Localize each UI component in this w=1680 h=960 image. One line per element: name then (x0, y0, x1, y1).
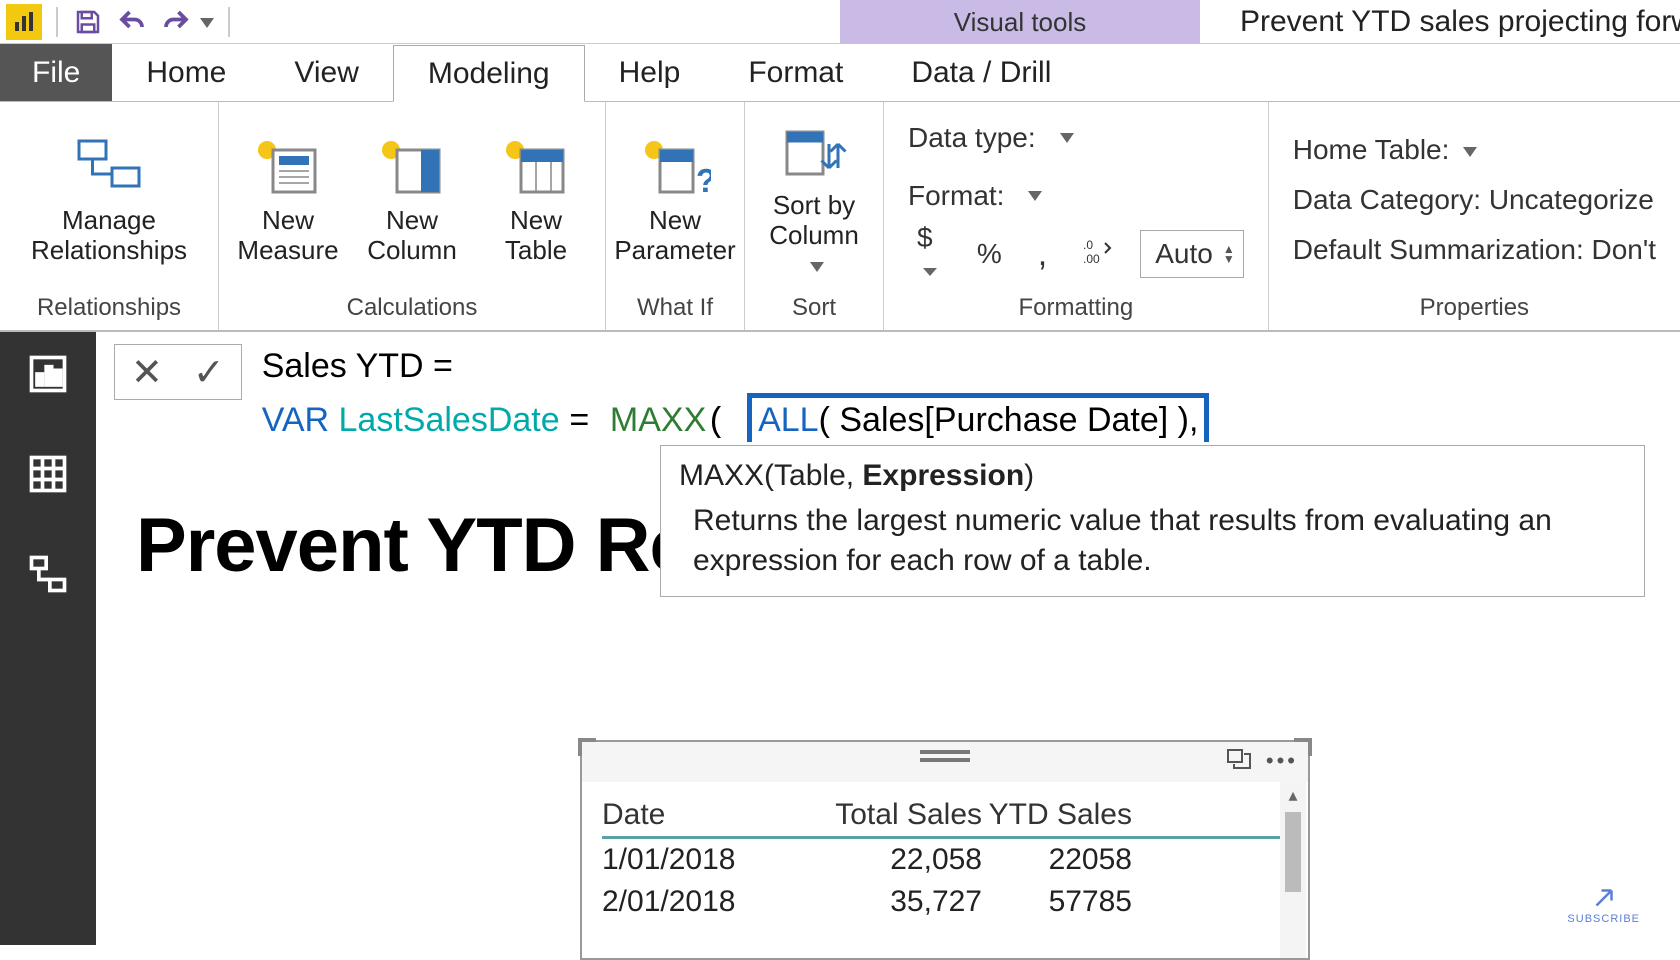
new-measure-label: New Measure (237, 206, 338, 266)
formula-actions: ✕ ✓ (114, 344, 242, 400)
new-parameter-label: New Parameter (614, 206, 735, 266)
group-label-properties: Properties (1269, 290, 1680, 330)
app-icon (6, 4, 42, 40)
home-table-label: Home Table: (1293, 134, 1450, 165)
intellisense-tooltip: MAXX(Table, Expression) Returns the larg… (660, 445, 1645, 597)
new-table-button[interactable]: New Table (481, 126, 591, 266)
table-header-row: Date Total Sales YTD Sales (602, 794, 1288, 839)
table-visual[interactable]: ••• Date Total Sales YTD Sales 1/01/2018… (580, 740, 1310, 960)
chevron-down-icon (810, 262, 824, 272)
decimal-button[interactable]: .0.00 (1074, 236, 1122, 273)
data-type-label: Data type: (908, 122, 1036, 154)
manage-relationships-label: Manage Relationships (31, 206, 187, 266)
default-summarization-row[interactable]: Default Summarization: Don't (1293, 234, 1656, 266)
spinner-icon[interactable]: ▲▼ (1223, 244, 1235, 264)
tab-data-drill[interactable]: Data / Drill (877, 44, 1085, 101)
visual-header: ••• (582, 742, 1308, 782)
qat-customize-dropdown[interactable] (194, 14, 214, 30)
group-label-calculations: Calculations (219, 290, 605, 330)
group-label-whatif: What If (606, 290, 744, 330)
data-view-button[interactable] (18, 444, 78, 504)
data-category-row[interactable]: Data Category: Uncategorize (1293, 184, 1654, 216)
new-parameter-button[interactable]: ? New Parameter (620, 126, 730, 266)
group-label-relationships: Relationships (0, 290, 218, 330)
title-bar: Visual tools Prevent YTD sales projectin… (0, 0, 1680, 44)
formula-bar: ✕ ✓ Sales YTD = VAR LastSalesDate = MAXX… (96, 332, 1680, 442)
formula-highlight: ALL( Sales[Purchase Date] ), (747, 393, 1209, 449)
new-column-label: New Column (367, 206, 457, 266)
format-dropdown[interactable] (1028, 191, 1042, 201)
group-label-formatting: Formatting (884, 290, 1268, 330)
percent-button[interactable]: % (968, 237, 1011, 271)
group-relationships: Manage Relationships Relationships (0, 102, 219, 330)
subscribe-watermark: SUBSCRIBE (1567, 883, 1640, 925)
decimal-places-input[interactable]: Auto ▲▼ (1140, 230, 1244, 278)
more-options-icon[interactable]: ••• (1266, 748, 1298, 776)
qat-separator-2 (228, 7, 230, 37)
left-nav (0, 332, 96, 945)
model-view-button[interactable] (18, 544, 78, 604)
ribbon-tabstrip: File Home View Modeling Help Format Data… (0, 44, 1680, 102)
visual-scrollbar[interactable]: ▴ (1280, 782, 1306, 958)
svg-text:.00: .00 (1083, 252, 1100, 265)
table-row: 2/01/2018 35,727 57785 (602, 881, 1288, 923)
group-formatting: Data type: Format: $ % , .0.00 Auto ▲▼ (884, 102, 1269, 330)
format-label: Format: (908, 180, 1004, 212)
tab-view[interactable]: View (260, 44, 392, 101)
currency-button[interactable]: $ (908, 221, 950, 287)
document-title: Prevent YTD sales projecting forwa (1240, 0, 1680, 44)
scroll-thumb[interactable] (1285, 812, 1301, 892)
svg-text:?: ? (696, 162, 711, 199)
tab-help[interactable]: Help (585, 44, 715, 101)
svg-text:.0: .0 (1083, 238, 1093, 252)
group-label-sort: Sort (745, 290, 883, 330)
manage-relationships-button[interactable]: Manage Relationships (14, 126, 204, 266)
report-view-button[interactable] (18, 344, 78, 404)
group-whatif: ? New Parameter What If (606, 102, 745, 330)
new-table-label: New Table (505, 206, 567, 266)
thousands-button[interactable]: , (1029, 234, 1056, 275)
ribbon: Manage Relationships Relationships New M… (0, 102, 1680, 332)
data-type-dropdown[interactable] (1060, 133, 1074, 143)
new-measure-button[interactable]: New Measure (233, 126, 343, 266)
redo-button[interactable] (154, 3, 198, 41)
tab-modeling[interactable]: Modeling (393, 45, 585, 102)
sort-by-column-button[interactable]: Sort by Column (759, 111, 869, 281)
undo-button[interactable] (110, 3, 154, 41)
scroll-up-icon[interactable]: ▴ (1288, 782, 1297, 808)
focus-mode-icon[interactable] (1226, 748, 1252, 776)
group-properties: Home Table: Data Category: Uncategorize … (1269, 102, 1680, 330)
tab-file[interactable]: File (0, 44, 112, 101)
group-sort: Sort by Column Sort (745, 102, 884, 330)
home-table-dropdown[interactable] (1463, 147, 1477, 157)
tab-format[interactable]: Format (714, 44, 877, 101)
chevron-down-icon (923, 268, 937, 276)
commit-formula-button[interactable]: ✓ (193, 350, 225, 395)
contextual-tab-group: Visual tools (840, 0, 1200, 44)
tab-home[interactable]: Home (112, 44, 260, 101)
drag-handle-icon-2 (920, 758, 970, 768)
group-calculations: New Measure New Column New Table Calcula… (219, 102, 606, 330)
new-column-button[interactable]: New Column (357, 126, 467, 266)
qat-separator (56, 7, 58, 37)
table-row: 1/01/2018 22,058 22058 (602, 839, 1288, 881)
cancel-formula-button[interactable]: ✕ (131, 350, 163, 395)
sort-by-column-label: Sort by Column (759, 191, 869, 281)
save-button[interactable] (66, 3, 110, 41)
formula-editor[interactable]: Sales YTD = VAR LastSalesDate = MAXX( AL… (262, 344, 1210, 449)
